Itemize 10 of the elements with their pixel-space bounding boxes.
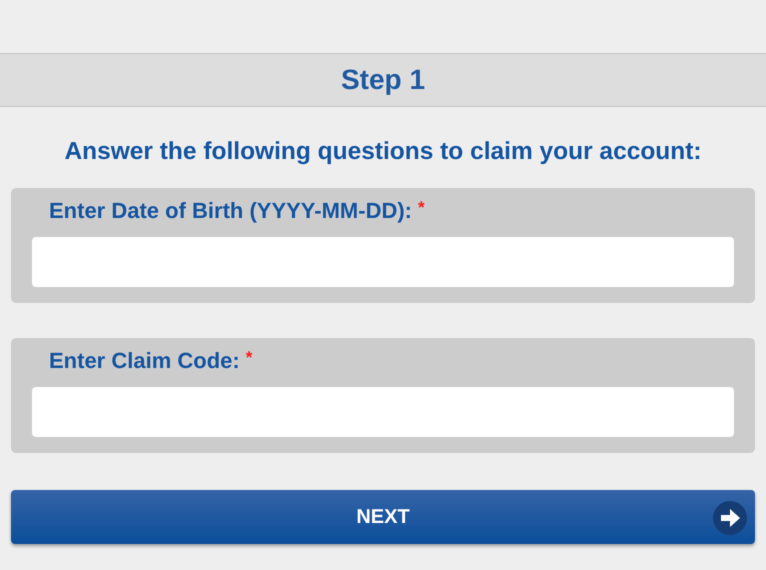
step-title: Step 1 — [340, 64, 426, 96]
required-mark: * — [418, 198, 425, 218]
input-field[interactable] — [32, 387, 734, 437]
required-mark: * — [246, 348, 252, 368]
next-button[interactable]: NEXT — [11, 490, 755, 544]
field-label: Enter Date of Birth (YYYY-MM-DD): — [49, 198, 412, 224]
field-label: Enter Claim Code: — [49, 348, 240, 374]
instructions-text: Answer the following questions to claim your account: — [63, 138, 703, 166]
input-field[interactable] — [32, 237, 734, 287]
arrow-right-icon — [713, 501, 747, 535]
